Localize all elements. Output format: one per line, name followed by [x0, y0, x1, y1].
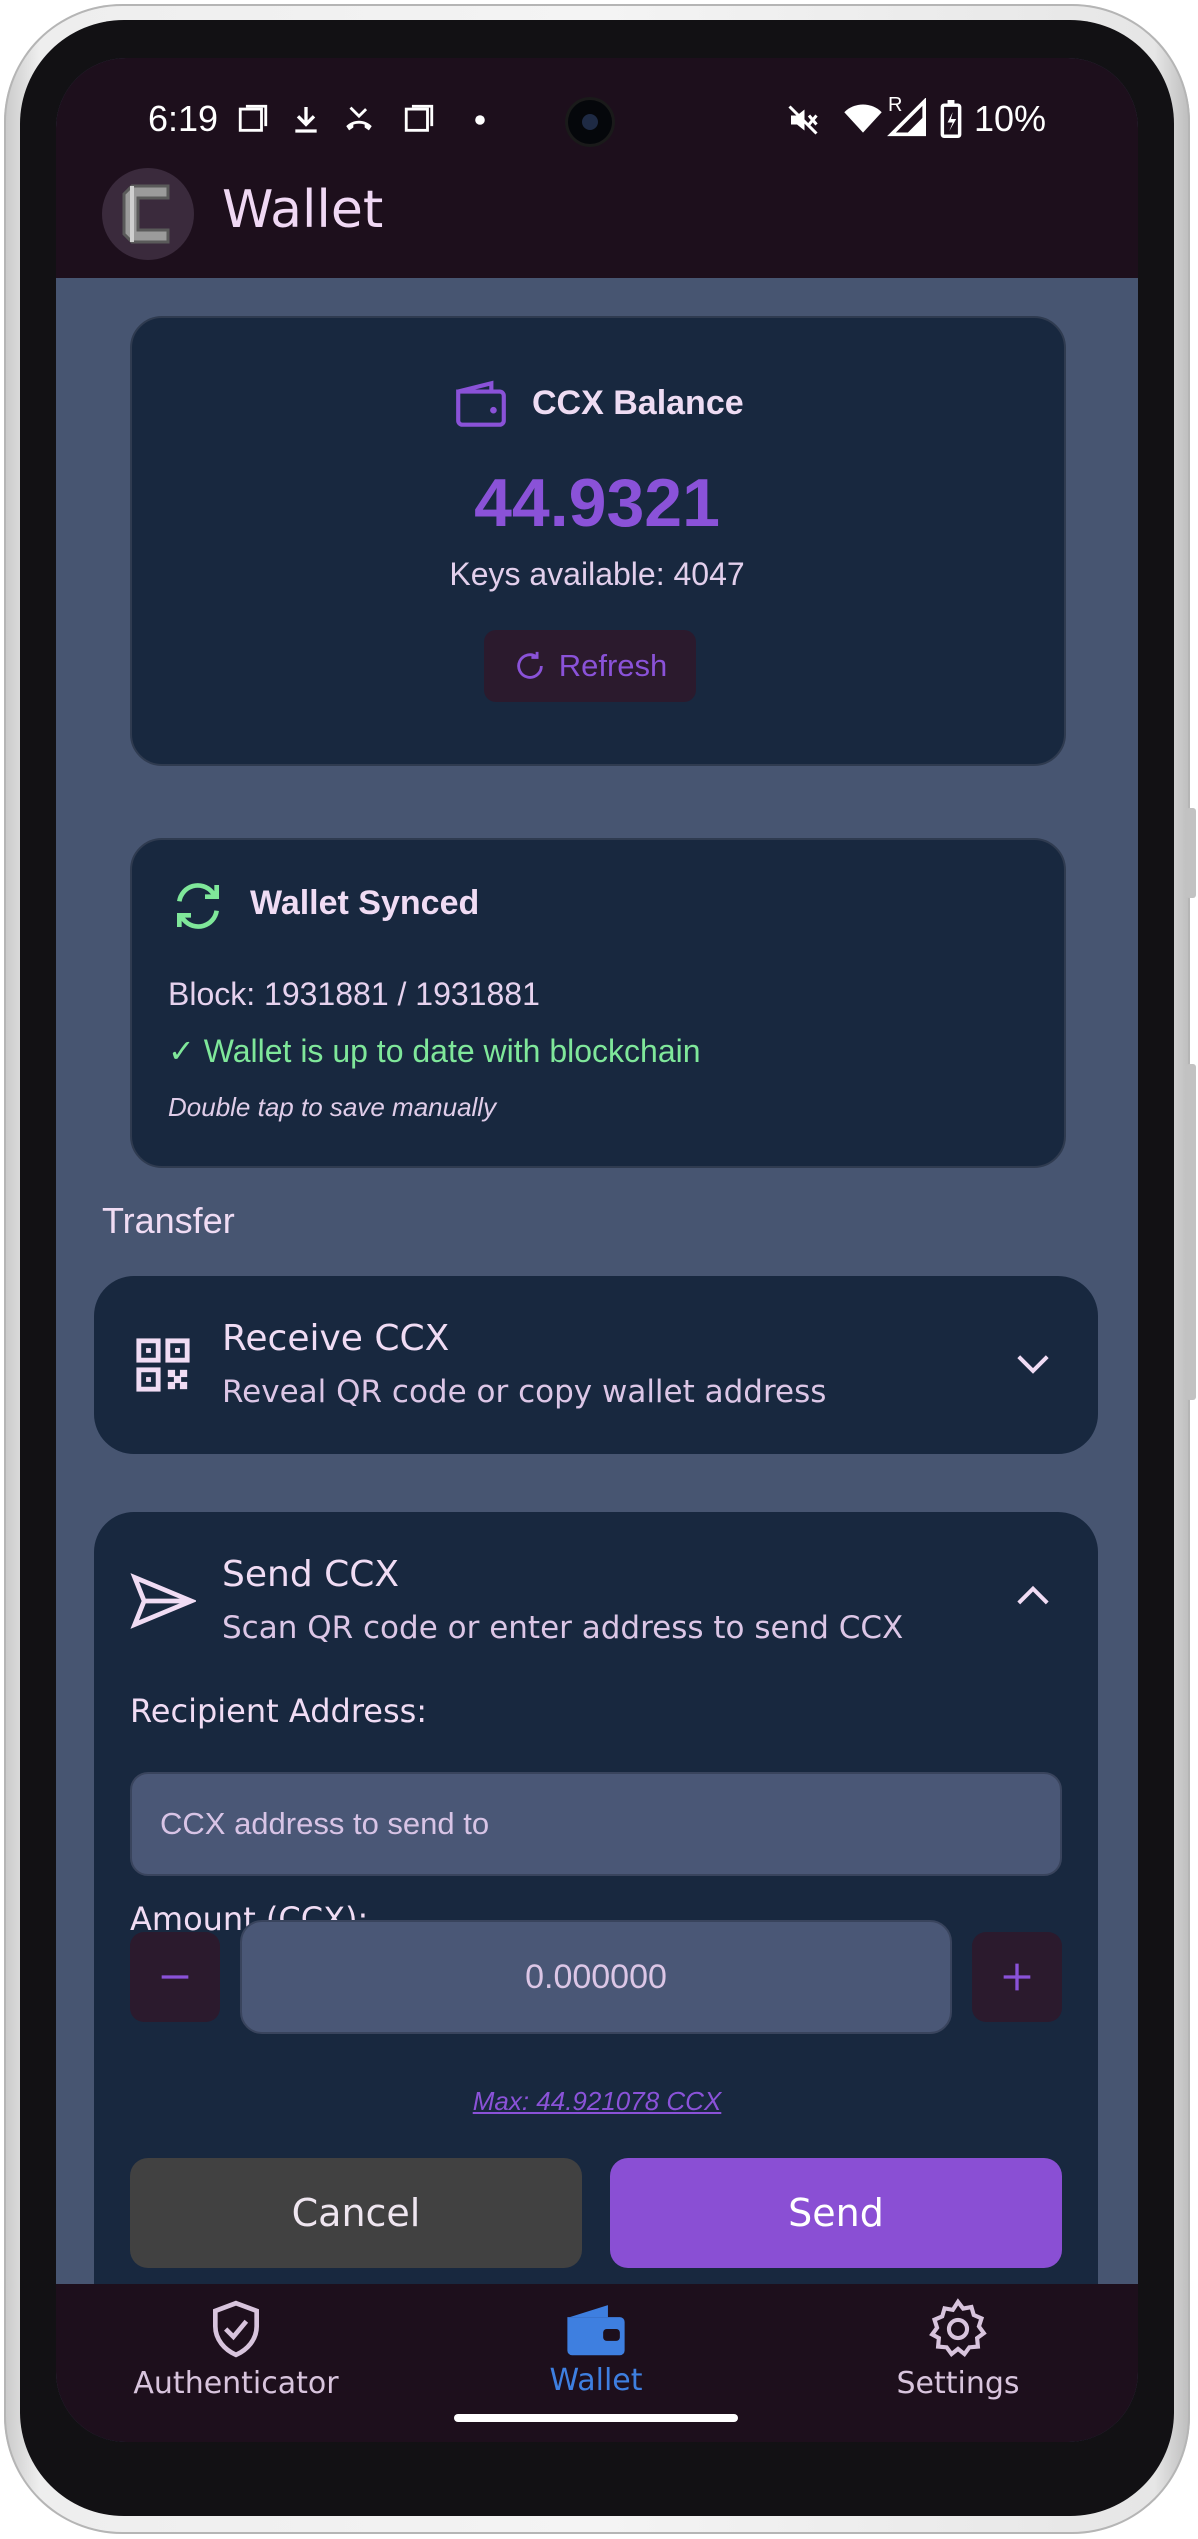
sync-block-height: Block: 1931881 / 1931881: [168, 976, 540, 1012]
mute-icon: [788, 105, 818, 135]
recipient-address-label: Recipient Address:: [130, 1692, 428, 1730]
refresh-button[interactable]: Refresh: [484, 630, 696, 702]
send-button[interactable]: Send: [610, 2158, 1062, 2268]
increase-amount-button[interactable]: [972, 1932, 1062, 2022]
send-ccx-title: Send CCX: [222, 1554, 400, 1595]
refresh-label: Refresh: [558, 648, 668, 683]
side-button-volume: [1186, 1064, 1196, 1400]
chevron-up-icon[interactable]: [1014, 1580, 1052, 1610]
sync-status-message: ✓ Wallet is up to date with blockchain: [168, 1033, 701, 1069]
bottom-navigation: Authenticator Wallet Settings: [56, 2284, 1138, 2442]
recipient-address-input[interactable]: [130, 1772, 1062, 1876]
nav-label-wallet: Wallet: [549, 2362, 643, 2398]
wifi-icon: [844, 104, 882, 133]
plus-icon: [1003, 1963, 1031, 1991]
side-button-power: [1186, 808, 1196, 898]
missed-call-icon: [346, 106, 372, 131]
balance-label: CCX Balance: [532, 384, 744, 422]
battery-icon: [940, 100, 962, 138]
sync-save-hint: Double tap to save manually: [168, 1092, 497, 1122]
nav-label-authenticator: Authenticator: [133, 2365, 339, 2401]
screenshot-icon: [404, 104, 434, 132]
receive-ccx-subtitle: Reveal QR code or copy wallet address: [222, 1374, 827, 1410]
amount-input[interactable]: [240, 1920, 952, 2034]
nav-item-authenticator[interactable]: Authenticator: [56, 2284, 416, 2414]
transfer-heading: Transfer: [102, 1200, 235, 1241]
nav-item-wallet[interactable]: Wallet: [416, 2284, 776, 2414]
decrease-amount-button[interactable]: [130, 1932, 220, 2022]
download-icon: [295, 107, 317, 133]
sync-title: Wallet Synced: [250, 884, 480, 922]
app-logo-mark: [122, 184, 170, 244]
screenshot-icon: [238, 104, 268, 132]
wallet-icon: [567, 2304, 625, 2355]
signal-roaming-label: R: [888, 94, 903, 116]
refresh-icon: [516, 651, 543, 679]
send-icon: [130, 1573, 196, 1629]
app-logo: C: [102, 168, 194, 260]
send-ccx-subtitle: Scan QR code or enter address to send CC…: [222, 1610, 904, 1646]
app-title: Wallet: [222, 180, 384, 240]
sync-icon: [177, 883, 219, 929]
screen: 6:19 R 10% C Wallet CCX Balance 44.9321 …: [56, 58, 1138, 2442]
app-top-bar: 6:19 R 10% C Wallet: [56, 58, 1138, 278]
chevron-down-icon[interactable]: [1014, 1348, 1052, 1378]
receive-ccx-panel[interactable]: [94, 1276, 1098, 1454]
minus-icon: [161, 1975, 189, 1979]
wallet-icon: [456, 380, 506, 427]
nav-label-settings: Settings: [896, 2365, 1020, 2401]
receive-ccx-title: Receive CCX: [222, 1318, 450, 1359]
qr-code-icon: [136, 1338, 190, 1392]
max-amount-link[interactable]: Max: 44.921078 CCX: [56, 2086, 1138, 2117]
battery-percent: 10%: [974, 98, 1047, 139]
front-camera: [568, 100, 612, 144]
shield-check-icon: [213, 2300, 259, 2357]
gear-icon: [929, 2297, 987, 2357]
balance-value: 44.9321: [474, 465, 720, 541]
cancel-button[interactable]: Cancel: [130, 2158, 582, 2268]
keys-available: Keys available: 4047: [449, 556, 745, 592]
status-time: 6:19: [148, 98, 219, 139]
dot-icon: [475, 115, 485, 125]
nav-item-settings[interactable]: Settings: [778, 2284, 1138, 2414]
gesture-handle[interactable]: [454, 2414, 738, 2422]
